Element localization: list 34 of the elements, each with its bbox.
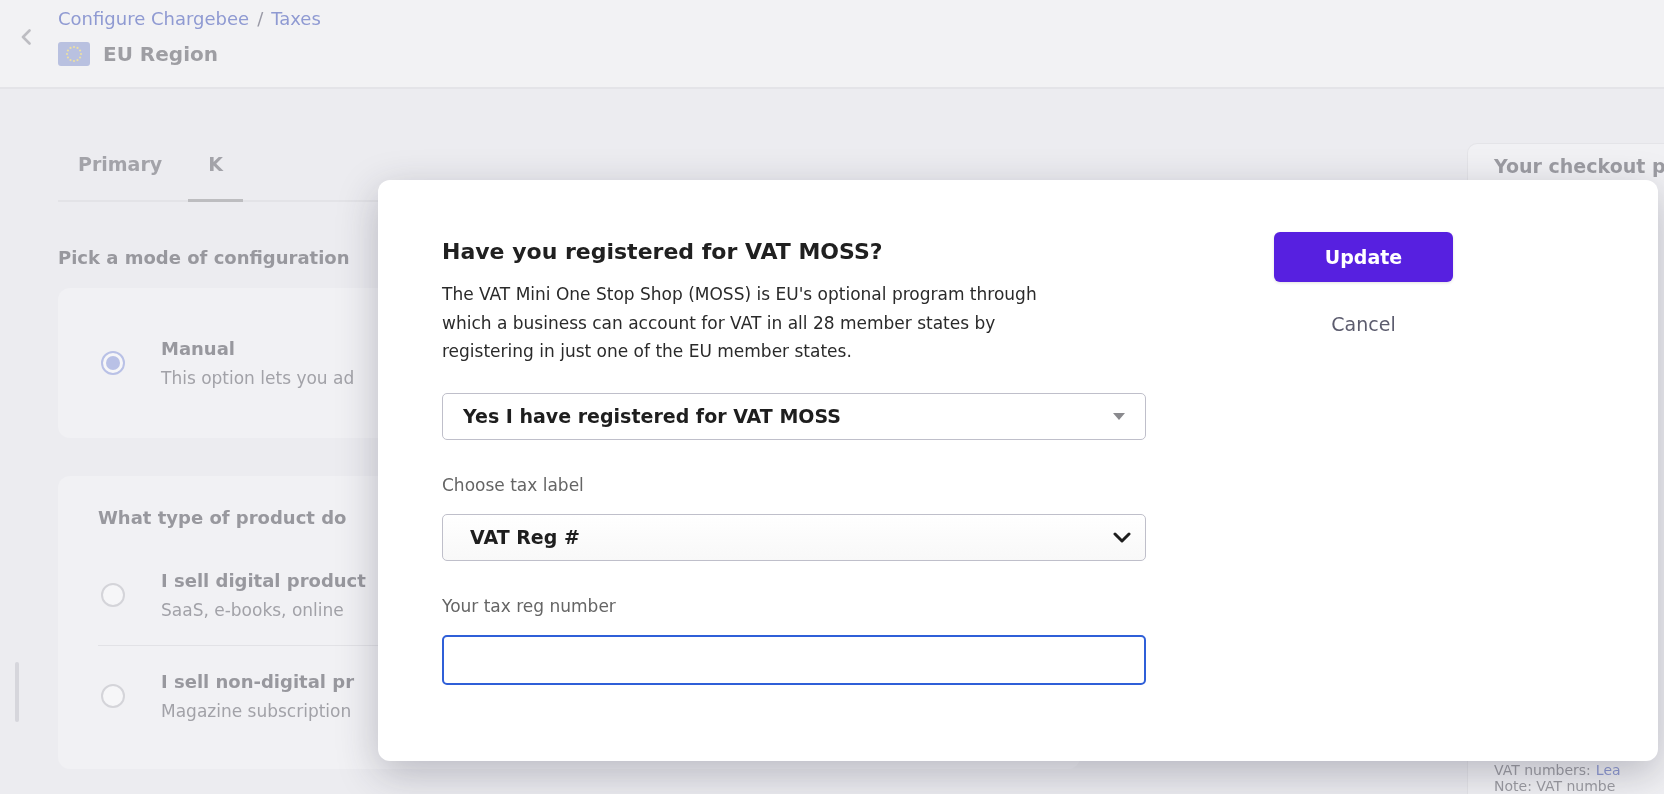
breadcrumb-link[interactable]: Configure Chargebee <box>58 7 250 31</box>
panel-note: VAT numbers: Lea <box>1494 762 1622 778</box>
panel-title: Your checkout p <box>1494 154 1664 178</box>
flag-icon <box>58 42 90 66</box>
dropdown[interactable]: Yes I have registered for VAT MOSS <box>442 392 1146 440</box>
option-title: I sell digital product <box>161 569 366 593</box>
option-description: This option lets you ad <box>161 367 355 389</box>
back-icon[interactable] <box>20 29 32 45</box>
text-link[interactable]: Lea <box>1595 762 1621 778</box>
caret-icon <box>1113 412 1125 420</box>
dialog-title: Have you registered for VAT MOSS? <box>442 238 884 266</box>
option-description: SaaS, e-books, online <box>161 599 345 621</box>
update-button[interactable]: Update <box>1274 232 1453 282</box>
select-field[interactable]: VAT Reg # <box>442 513 1146 561</box>
panel-note: Note: VAT numbe <box>1494 778 1617 794</box>
card-heading: What type of product do <box>98 506 347 530</box>
option-title: I sell non-digital pr <box>161 670 355 694</box>
radio-button[interactable] <box>101 684 125 708</box>
page-title: EU Region <box>103 42 218 66</box>
option-title: Manual <box>161 337 236 361</box>
breadcrumb-link[interactable]: Taxes <box>271 7 321 31</box>
chevron-down-icon <box>1113 531 1131 543</box>
field-label: Choose tax label <box>442 473 585 496</box>
radio-button[interactable] <box>101 583 125 607</box>
radio-button[interactable] <box>101 351 125 375</box>
option-description: Magazine subscription <box>161 700 353 722</box>
dialog-description: The VAT Mini One Stop Shop (MOSS) is EU's optional program through which a business can account for VAT in all 28 member states by registering in just one of the EU member states. <box>442 283 1038 363</box>
tab[interactable]: K <box>188 141 243 202</box>
field-label: Your tax reg number <box>442 594 617 617</box>
tab[interactable]: Primary <box>58 141 183 202</box>
section-heading: Pick a mode of configuration <box>58 246 350 270</box>
breadcrumb-separator: / <box>257 7 264 31</box>
cancel-button[interactable]: Cancel <box>1331 312 1396 336</box>
input-field[interactable] <box>442 634 1146 685</box>
